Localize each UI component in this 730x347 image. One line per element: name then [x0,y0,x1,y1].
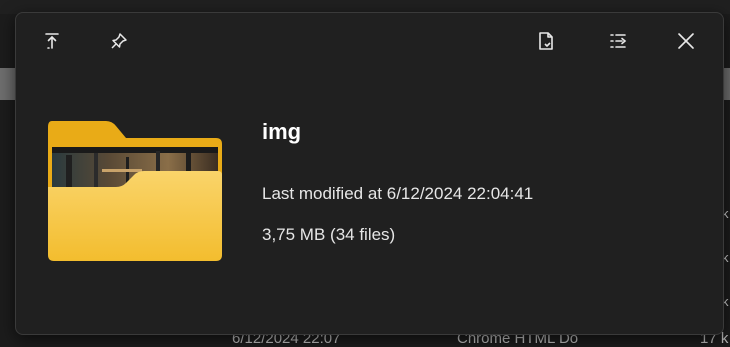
open-file-icon[interactable] [532,27,560,55]
close-icon[interactable] [672,27,700,55]
last-modified-text: Last modified at 6/12/2024 22:04:41 [262,184,534,203]
list-details-icon[interactable] [604,27,632,55]
pin-on-top-icon[interactable] [38,27,66,55]
folder-thumbnail-icon [46,121,224,261]
preview-popup: img Last modified at 6/12/2024 22:04:41 … [15,12,724,335]
item-name: img [262,119,302,144]
size-text: 3,75 MB (34 files) [262,225,396,244]
pin-icon[interactable] [105,27,133,55]
